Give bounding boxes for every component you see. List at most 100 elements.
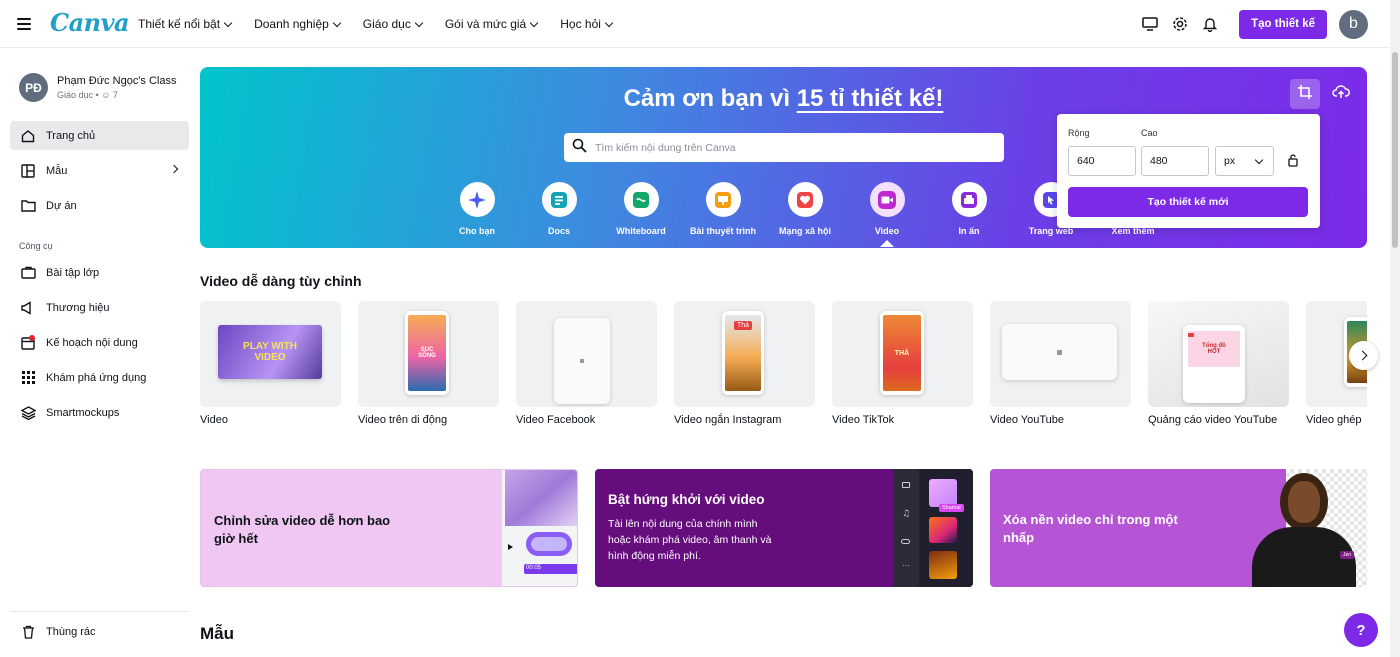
bell-icon[interactable]	[1195, 9, 1225, 39]
template-card-tiktok-video[interactable]: THẢ Video TikTok	[832, 301, 973, 426]
template-card-youtube-video[interactable]: Video YouTube	[990, 301, 1131, 426]
active-indicator	[880, 240, 894, 247]
promo-banner-edit-video[interactable]: Chỉnh sửa video dễ hơn bao giờ hết 00:05	[200, 469, 578, 587]
team-subtitle: Giáo dục • ☺ 7	[57, 90, 177, 100]
canva-logo[interactable]: Canva	[50, 8, 130, 37]
category-for-you[interactable]: Cho bạn	[436, 182, 518, 247]
promo-banner-remove-bg[interactable]: Xóa nền video chỉ trong một nhấp Jen	[990, 469, 1367, 587]
nav-education[interactable]: Giáo dục	[363, 17, 424, 31]
image-placeholder-icon	[580, 359, 584, 363]
music-icon: ♫	[902, 509, 911, 519]
nav-pricing[interactable]: Gói và mức giá	[444, 17, 539, 31]
page-scrollbar[interactable]	[1390, 0, 1400, 657]
sidebar-item-assignments[interactable]: Bài tập lớp	[10, 258, 189, 287]
sidebar-item-trash[interactable]: Thùng rác	[10, 617, 189, 646]
category-video[interactable]: Video	[846, 182, 928, 247]
trash-icon	[20, 624, 36, 640]
category-whiteboard[interactable]: Whiteboard	[600, 182, 682, 247]
category-label: Bài thuyết trình	[689, 226, 756, 236]
docs-icon	[541, 182, 577, 217]
template-card-mobile-video[interactable]: SUC SỐNG Video trên di động	[358, 301, 499, 426]
category-print[interactable]: In ấn	[928, 182, 1010, 247]
card-label: Video ngắn Instagram	[674, 414, 782, 426]
timeline-chip: 00:05	[526, 565, 542, 571]
member-icon: ☺	[101, 90, 111, 100]
custom-size-button[interactable]	[1290, 79, 1320, 109]
image-placeholder-icon	[1057, 349, 1062, 355]
chevron-down-icon	[529, 18, 539, 27]
banner-title: Chỉnh sửa video dễ hơn bao giờ hết	[214, 513, 391, 546]
preview-tile	[929, 517, 957, 543]
category-label: Video	[874, 226, 900, 236]
calendar-icon	[20, 334, 36, 351]
template-card-video[interactable]: PLAY WITH VIDEO Video	[200, 301, 341, 426]
home-icon	[20, 128, 36, 144]
lock-icon[interactable]	[1287, 153, 1299, 172]
width-field[interactable]: 640	[1068, 146, 1136, 176]
card-label: Video YouTube	[990, 414, 1065, 426]
create-new-design-button[interactable]: Tạo thiết kế mới	[1068, 187, 1308, 217]
nav-label: Gói và mức giá	[444, 17, 527, 31]
sidebar-item-label: Dự án	[46, 199, 77, 212]
settings-icon[interactable]	[1165, 9, 1195, 39]
square-mockup	[554, 318, 610, 404]
nav-label: Thiết kế nổi bật	[138, 17, 221, 31]
card-preview-badge: Thả	[734, 321, 753, 330]
hero-title-highlight: 15 tỉ thiết kế!	[796, 85, 944, 112]
youtube-logo-icon	[1188, 333, 1194, 337]
category-label: In ấn	[958, 226, 980, 236]
card-preview-text: THẢ	[894, 349, 910, 357]
chevron-right-icon	[1357, 350, 1367, 361]
card-preview-text: PLAY WITH VIDEO	[243, 341, 297, 363]
print-icon	[951, 182, 987, 217]
sidebar-item-smartmockups[interactable]: Smartmockups	[10, 398, 189, 427]
sidebar-item-apps[interactable]: Khám phá ứng dụng	[10, 363, 189, 392]
name-chip: Jen	[1340, 551, 1355, 559]
phone-screen: Tổng đồ HOT	[1188, 331, 1240, 367]
sidebar-item-brand[interactable]: Thương hiệu	[10, 293, 189, 322]
sidebar-item-home[interactable]: Trang chủ	[10, 121, 189, 150]
top-bar: Canva Thiết kế nổi bật Doanh nghiệp Giáo…	[0, 0, 1390, 48]
upload-button[interactable]	[1326, 79, 1356, 109]
category-social-media[interactable]: Mạng xã hội	[764, 182, 846, 247]
desktop-app-icon[interactable]	[1135, 9, 1165, 39]
assignment-icon	[20, 265, 36, 281]
section-title: Video dễ dàng tùy chỉnh	[200, 273, 362, 289]
scrollbar-thumb[interactable]	[1392, 52, 1398, 248]
nav-business[interactable]: Doanh nghiệp	[254, 17, 342, 31]
category-presentation[interactable]: Bài thuyết trình	[682, 182, 764, 247]
template-card-facebook-video[interactable]: Video Facebook	[516, 301, 657, 426]
category-docs[interactable]: Docs	[518, 182, 600, 247]
chevron-down-icon	[223, 18, 233, 27]
carousel-next-button[interactable]	[1349, 341, 1378, 370]
hero-title: Cảm ơn bạn vì 15 tỉ thiết kế!	[200, 85, 1367, 113]
search-box[interactable]	[564, 133, 1004, 162]
unit-select[interactable]: px	[1215, 146, 1274, 176]
help-button[interactable]: ?	[1344, 613, 1378, 647]
height-label: Cao	[1141, 128, 1158, 138]
team-switcher[interactable]: PĐ Phạm Đức Ngọc's Class Giáo dục • ☺ 7	[19, 73, 177, 102]
user-avatar[interactable]: b	[1339, 9, 1368, 39]
nav-featured[interactable]: Thiết kế nổi bật	[138, 17, 233, 31]
card-thumbnail	[990, 301, 1131, 407]
presentation-icon	[705, 182, 741, 217]
promo-banner-inspire-video[interactable]: Bật hứng khởi với video Tải lên nội dung…	[595, 469, 973, 587]
apps-icon	[20, 370, 36, 386]
create-design-button[interactable]: Tạo thiết kế	[1239, 9, 1327, 39]
unit-value: px	[1224, 155, 1236, 167]
template-card-youtube-ad[interactable]: Tổng đồ HOT Quảng cáo video YouTube	[1148, 301, 1289, 426]
preview-shape	[526, 532, 572, 556]
sidebar: PĐ Phạm Đức Ngọc's Class Giáo dục • ☺ 7 …	[0, 49, 198, 657]
search-input[interactable]	[595, 141, 975, 154]
height-field[interactable]: 480	[1141, 146, 1209, 176]
landscape-mockup	[1002, 324, 1117, 380]
nav-learn[interactable]: Học hỏi	[560, 17, 614, 31]
sidebar-item-content-planner[interactable]: Kế hoạch nội dung	[10, 328, 189, 357]
template-card-instagram-reel[interactable]: Thả Video ngắn Instagram	[674, 301, 815, 426]
sidebar-item-templates[interactable]: Mẫu	[10, 156, 189, 185]
card-label: Video ghép	[1306, 414, 1362, 426]
menu-icon[interactable]	[17, 15, 31, 31]
sidebar-item-projects[interactable]: Dự án	[10, 191, 189, 220]
chevron-down-icon	[332, 18, 342, 27]
search-icon	[572, 138, 587, 158]
